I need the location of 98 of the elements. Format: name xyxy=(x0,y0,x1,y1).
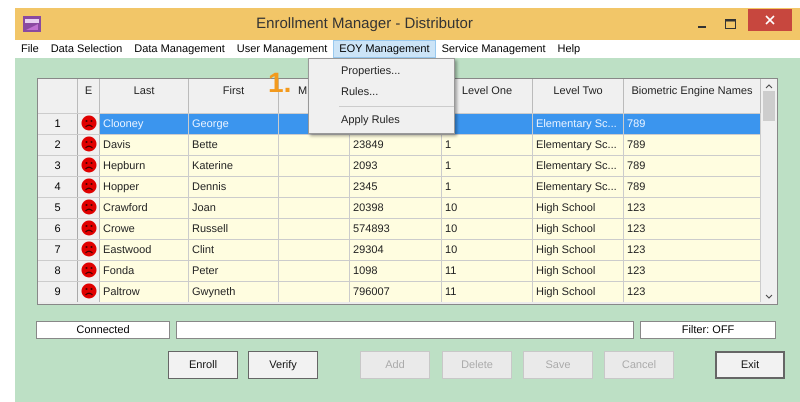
table-cell: Paltrow xyxy=(100,282,189,302)
row-number[interactable]: 8 xyxy=(38,261,78,281)
table-cell: Gwyneth xyxy=(189,282,279,302)
table-cell: 10 xyxy=(442,198,533,218)
sad-face-icon xyxy=(80,178,96,194)
table-cell: Fonda xyxy=(100,261,189,281)
table-cell: Russell xyxy=(189,219,279,239)
table-cell: 23849 xyxy=(350,135,442,155)
table-cell: 789 xyxy=(624,135,761,155)
table-cell: Eastwood xyxy=(100,240,189,260)
scrollbar[interactable] xyxy=(761,79,777,304)
row-number[interactable]: 1 xyxy=(38,114,78,134)
table-cell: Bette xyxy=(189,135,279,155)
scroll-down-icon xyxy=(765,294,773,300)
menu-option[interactable]: Properties... xyxy=(309,61,454,82)
table-cell: Clooney xyxy=(100,114,189,134)
row-number[interactable]: 7 xyxy=(38,240,78,260)
table-cell: 123 xyxy=(624,261,761,281)
action-button[interactable]: Verify xyxy=(248,351,318,379)
menu-item[interactable]: File xyxy=(15,40,45,58)
menu-item[interactable]: User Management xyxy=(230,40,334,58)
sad-face-icon xyxy=(80,262,96,278)
table-cell: 789 xyxy=(624,177,761,197)
action-button[interactable]: Exit xyxy=(715,351,785,379)
table-cell: Hepburn xyxy=(100,156,189,176)
table-cell: George xyxy=(189,114,279,134)
app-icon xyxy=(23,16,41,32)
row-number[interactable]: 4 xyxy=(38,177,78,197)
sad-face-icon xyxy=(80,136,96,152)
table-cell: High School xyxy=(533,219,624,239)
table-cell: 123 xyxy=(624,219,761,239)
menu-item[interactable]: Service Management xyxy=(436,40,552,58)
sad-face-icon xyxy=(80,157,96,173)
table-cell: Crowe xyxy=(100,219,189,239)
table-cell: 123 xyxy=(624,282,761,302)
table-cell: 10 xyxy=(442,240,533,260)
table-cell: Crawford xyxy=(100,198,189,218)
table-cell: 11 xyxy=(442,261,533,281)
scroll-thumb[interactable] xyxy=(763,91,775,121)
table-cell: 789 xyxy=(624,156,761,176)
table-cell: 11 xyxy=(442,282,533,302)
table-cell: 1 xyxy=(442,156,533,176)
column-header[interactable]: E xyxy=(78,79,100,113)
table-cell: Clint xyxy=(189,240,279,260)
table-cell: 20398 xyxy=(350,198,442,218)
table-cell: Joan xyxy=(189,198,279,218)
table-cell: Elementary Sc... xyxy=(533,114,624,134)
table-cell: Katerine xyxy=(189,156,279,176)
sad-face-icon xyxy=(80,115,96,131)
table-cell: High School xyxy=(533,198,624,218)
scroll-up-icon xyxy=(765,83,773,89)
row-number[interactable]: 6 xyxy=(38,219,78,239)
sad-face-icon xyxy=(80,241,96,257)
table-cell: 789 xyxy=(624,114,761,134)
table-cell: High School xyxy=(533,282,624,302)
table-cell: 123 xyxy=(624,198,761,218)
table-cell: Elementary Sc... xyxy=(533,177,624,197)
column-header[interactable]: Biometric Engine Names xyxy=(624,79,761,113)
column-header[interactable]: Level Two xyxy=(533,79,624,113)
menu-item[interactable]: EOY Management xyxy=(333,40,436,58)
column-header[interactable]: Last xyxy=(100,79,189,113)
table-cell: Peter xyxy=(189,261,279,281)
close-icon xyxy=(765,15,775,25)
table-cell: 123 xyxy=(624,240,761,260)
table-cell: Davis xyxy=(100,135,189,155)
menu-item[interactable]: Data Management xyxy=(128,40,231,58)
row-number[interactable]: 3 xyxy=(38,156,78,176)
status-field: Connected xyxy=(36,321,170,339)
menu-option[interactable]: Apply Rules xyxy=(309,110,454,131)
table-cell: High School xyxy=(533,240,624,260)
menu-item[interactable]: Help xyxy=(552,40,586,58)
close-button[interactable] xyxy=(748,9,792,31)
status-field: Filter: OFF xyxy=(640,321,776,339)
row-number[interactable]: 2 xyxy=(38,135,78,155)
maximize-icon xyxy=(724,19,736,29)
table-cell: 574893 xyxy=(350,219,442,239)
table-cell: 10 xyxy=(442,219,533,239)
sad-face-icon xyxy=(80,283,96,299)
table-cell: 1 xyxy=(442,135,533,155)
sad-face-icon xyxy=(80,220,96,236)
table-cell: 2093 xyxy=(350,156,442,176)
action-button[interactable]: Enroll xyxy=(168,351,238,379)
table-cell: Hopper xyxy=(100,177,189,197)
table-cell: Dennis xyxy=(189,177,279,197)
table-cell: 1 xyxy=(442,177,533,197)
table-cell: 1098 xyxy=(350,261,442,281)
menu-item[interactable]: Data Selection xyxy=(44,40,128,58)
table-cell: Elementary Sc... xyxy=(533,135,624,155)
table-cell: High School xyxy=(533,261,624,281)
table-cell: 2345 xyxy=(350,177,442,197)
table-cell: 796007 xyxy=(350,282,442,302)
sad-face-icon xyxy=(80,199,96,215)
row-number[interactable]: 9 xyxy=(38,282,78,302)
table-cell: 29304 xyxy=(350,240,442,260)
row-number[interactable]: 5 xyxy=(38,198,78,218)
table-cell: Elementary Sc... xyxy=(533,156,624,176)
window-title: Enrollment Manager - Distributor xyxy=(255,14,474,34)
minimize-icon xyxy=(698,26,706,28)
